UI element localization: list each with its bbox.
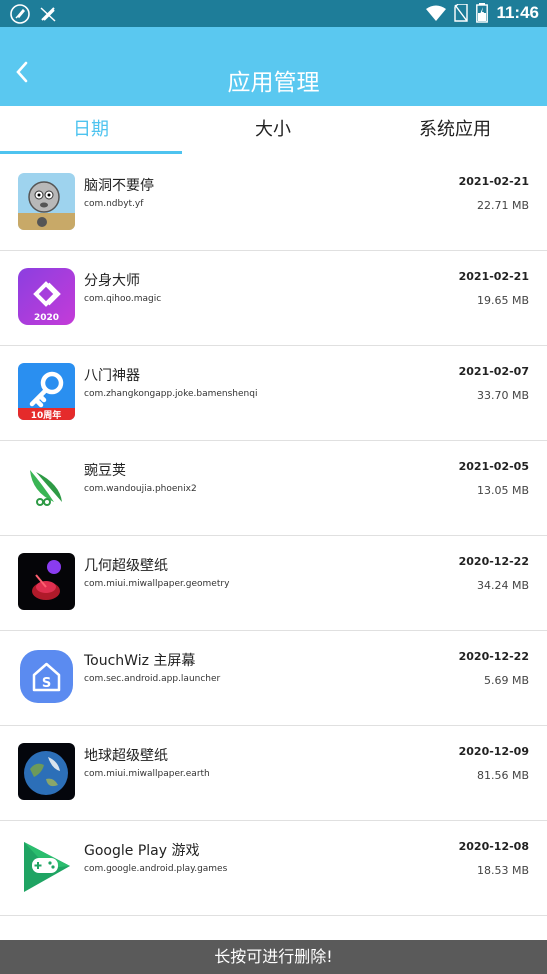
sim-off-icon — [454, 4, 469, 22]
wifi-icon — [426, 5, 447, 21]
clone-2020-icon: 2020 — [18, 268, 75, 325]
list-item[interactable]: 地球超级壁纸 com.miui.miwallpaper.earth 2020-1… — [0, 725, 547, 821]
install-date: 2020-12-22 — [458, 555, 529, 568]
app-package: com.sec.android.app.launcher — [84, 674, 221, 684]
list-item[interactable]: Google Play 游戏 com.google.android.play.g… — [0, 820, 547, 916]
svg-text:S: S — [42, 676, 51, 691]
app-package: com.zhangkongapp.joke.bamenshenqi — [84, 389, 258, 399]
app-size: 22.71 MB — [476, 199, 529, 212]
app-package: com.ndbyt.yf — [84, 199, 144, 209]
delete-hint-toast: 长按可进行删除! — [0, 940, 547, 974]
app-name: 分身大师 — [84, 273, 140, 289]
app-size: 18.53 MB — [476, 864, 529, 877]
play-games-icon — [18, 838, 75, 895]
app-name: 地球超级壁纸 — [84, 748, 168, 764]
install-date: 2021-02-21 — [458, 270, 529, 283]
app-size: 13.05 MB — [476, 484, 529, 497]
app-size: 33.70 MB — [476, 389, 529, 402]
app-size: 34.24 MB — [476, 579, 529, 592]
pea-pod-icon — [18, 458, 75, 515]
app-package: com.miui.miwallpaper.earth — [84, 769, 210, 779]
install-date: 2021-02-05 — [458, 460, 529, 473]
app-size: 19.65 MB — [476, 294, 529, 307]
no-signal-icon — [40, 7, 56, 22]
home-launcher-icon: S — [18, 648, 75, 705]
install-date: 2020-12-08 — [458, 840, 529, 853]
app-size: 81.56 MB — [476, 769, 529, 782]
page-title: 应用管理 — [227, 70, 320, 96]
install-date: 2021-02-21 — [458, 175, 529, 188]
list-item[interactable]: S TouchWiz 主屏幕 com.sec.android.app.launc… — [0, 630, 547, 726]
battery-charging-icon — [476, 3, 489, 23]
app-name: 八门神器 — [84, 368, 140, 384]
install-date: 2020-12-22 — [458, 650, 529, 663]
tab-date[interactable]: 日期 — [0, 106, 182, 154]
svg-text:2020: 2020 — [34, 313, 59, 323]
app-name: Google Play 游戏 — [84, 843, 200, 859]
app-package: com.wandoujia.phoenix2 — [84, 484, 197, 494]
geometry-wallpaper-icon — [18, 553, 75, 610]
app-package: com.miui.miwallpaper.geometry — [84, 579, 230, 589]
list-item[interactable]: 10周年 八门神器 com.zhangkongapp.joke.bamenshe… — [0, 345, 547, 441]
list-item[interactable]: 脑洞不要停 com.ndbyt.yf 2021-02-21 22.71 MB — [0, 155, 547, 251]
cartoon-face-icon — [18, 173, 75, 230]
list-item[interactable]: 豌豆荚 com.wandoujia.phoenix2 2021-02-05 13… — [0, 440, 547, 536]
tab-system-apps[interactable]: 系统应用 — [364, 106, 546, 154]
tab-size[interactable]: 大小 — [182, 106, 364, 154]
list-item[interactable]: 2020 分身大师 com.qihoo.magic 2021-02-21 19.… — [0, 250, 547, 346]
app-name: 几何超级壁纸 — [84, 558, 168, 574]
app-name: TouchWiz 主屏幕 — [84, 653, 196, 669]
app-header: 应用管理 — [0, 27, 547, 106]
app-name: 豌豆荚 — [84, 463, 126, 479]
install-date: 2021-02-07 — [458, 365, 529, 378]
app-size: 5.69 MB — [483, 674, 529, 687]
app-package: com.google.android.play.games — [84, 864, 228, 874]
rocket-icon — [10, 4, 30, 24]
clock: 11:46 — [496, 3, 539, 22]
svg-text:10周年: 10周年 — [31, 409, 62, 420]
sort-tabs: 日期 大小 系统应用 — [0, 106, 547, 154]
earth-icon — [18, 743, 75, 800]
status-bar: 11:46 — [0, 0, 547, 27]
install-date: 2020-12-09 — [458, 745, 529, 758]
app-name: 脑洞不要停 — [84, 178, 154, 194]
app-package: com.qihoo.magic — [84, 294, 162, 304]
list-item[interactable]: 几何超级壁纸 com.miui.miwallpaper.geometry 202… — [0, 535, 547, 631]
key-10th-anniversary-icon: 10周年 — [18, 363, 75, 420]
